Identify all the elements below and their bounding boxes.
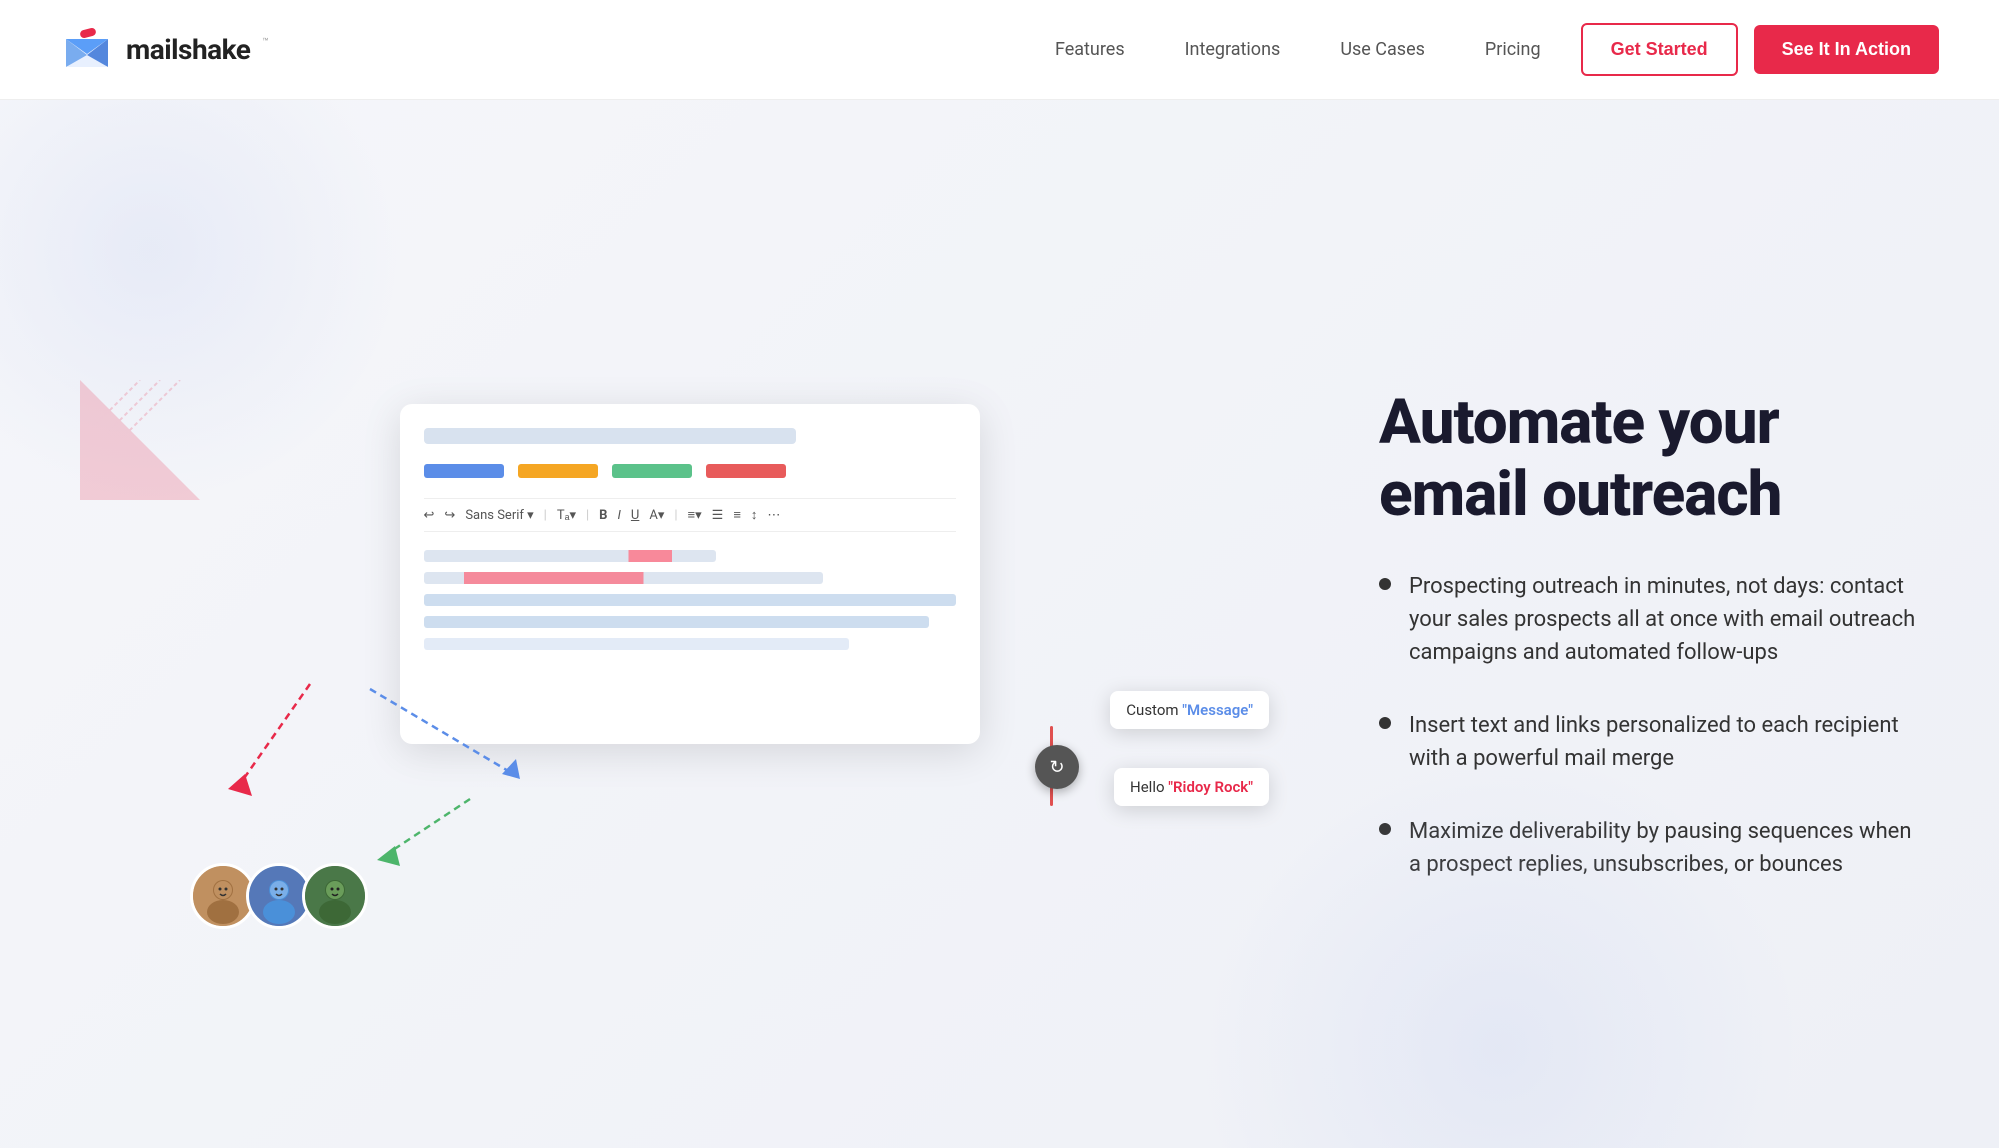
hero-title: Automate your email outreach [1379,387,1919,530]
list-icon[interactable]: ☰ [712,508,724,523]
bold-icon[interactable]: B [599,508,607,523]
nav-actions: Get Started See It In Action [1581,23,1939,76]
nav-use-cases[interactable]: Use Cases [1340,39,1425,60]
hero-title-line2: email outreach [1379,458,1781,531]
toolbar-sep-3: | [674,508,677,523]
sync-icon: ↻ [1035,745,1079,789]
italic-icon[interactable]: I [617,508,620,523]
more-icon[interactable]: ⋯ [767,508,780,523]
email-editor-card: ↩ ↪ Sans Serif ▾ | Tₐ▾ | B I U A▾ | ≡▾ ☰… [400,404,980,744]
nav-features[interactable]: Features [1055,39,1125,60]
bullet-dot-1 [1379,578,1391,590]
logo-link[interactable]: mailshake ™ [60,23,269,77]
nav-integrations[interactable]: Integrations [1185,39,1281,60]
tooltip-hello-ridoy: Hello "Ridoy Rock" [1114,768,1269,806]
navbar: mailshake ™ Features Integrations Use Ca… [0,0,1999,100]
hero-section: ↩ ↪ Sans Serif ▾ | Tₐ▾ | B I U A▾ | ≡▾ ☰… [0,100,1999,1148]
hero-title-line1: Automate your [1379,386,1779,459]
underline-icon[interactable]: U [631,508,639,523]
editor-line-1 [424,594,956,606]
editor-top-bar [424,428,796,444]
bullet-item-1: Prospecting outreach in minutes, not day… [1379,570,1919,669]
see-it-in-action-button[interactable]: See It In Action [1754,25,1939,74]
undo-icon[interactable]: ↩ [424,508,435,523]
editor-tabs [424,464,956,478]
logo-icon [60,23,114,77]
editor-line-3 [424,638,850,650]
get-started-button[interactable]: Get Started [1581,23,1738,76]
editor-line-selected [424,572,823,584]
toolbar-sep-2: | [586,508,589,523]
tab-green [612,464,692,478]
editor-line-2 [424,616,929,628]
text-size-icon[interactable]: Tₐ▾ [557,507,576,523]
indent-icon[interactable]: ≡ [733,507,741,523]
editor-toolbar: ↩ ↪ Sans Serif ▾ | Tₐ▾ | B I U A▾ | ≡▾ ☰… [424,498,956,532]
tab-red [706,464,786,478]
illustration-container: ↩ ↪ Sans Serif ▾ | Tₐ▾ | B I U A▾ | ≡▾ ☰… [80,284,1299,984]
line-height-icon[interactable]: ↕ [751,507,758,523]
avatar-1-image [193,863,253,929]
font-selector[interactable]: Sans Serif ▾ [465,508,533,523]
redo-icon[interactable]: ↪ [444,508,455,523]
editor-content-lines [424,550,956,650]
bullet-dot-2 [1379,717,1391,729]
avatar-3-image [305,863,365,929]
align-icon[interactable]: ≡▾ [688,507,702,523]
editor-line-subject [424,550,717,562]
logo-text: mailshake [126,33,250,66]
nav-pricing[interactable]: Pricing [1485,39,1541,60]
bullet-text-1: Prospecting outreach in minutes, not day… [1409,570,1919,669]
nav-links: Features Integrations Use Cases Pricing [1055,39,1541,60]
font-color-icon[interactable]: A▾ [649,508,664,523]
tab-blue [424,464,504,478]
avatar-3 [302,863,368,929]
tab-yellow [518,464,598,478]
toolbar-sep-1: | [544,508,547,523]
avatar-2-image [249,863,309,929]
tooltip-custom-message: Custom "Message" [1110,691,1269,729]
avatar-row [190,863,368,929]
